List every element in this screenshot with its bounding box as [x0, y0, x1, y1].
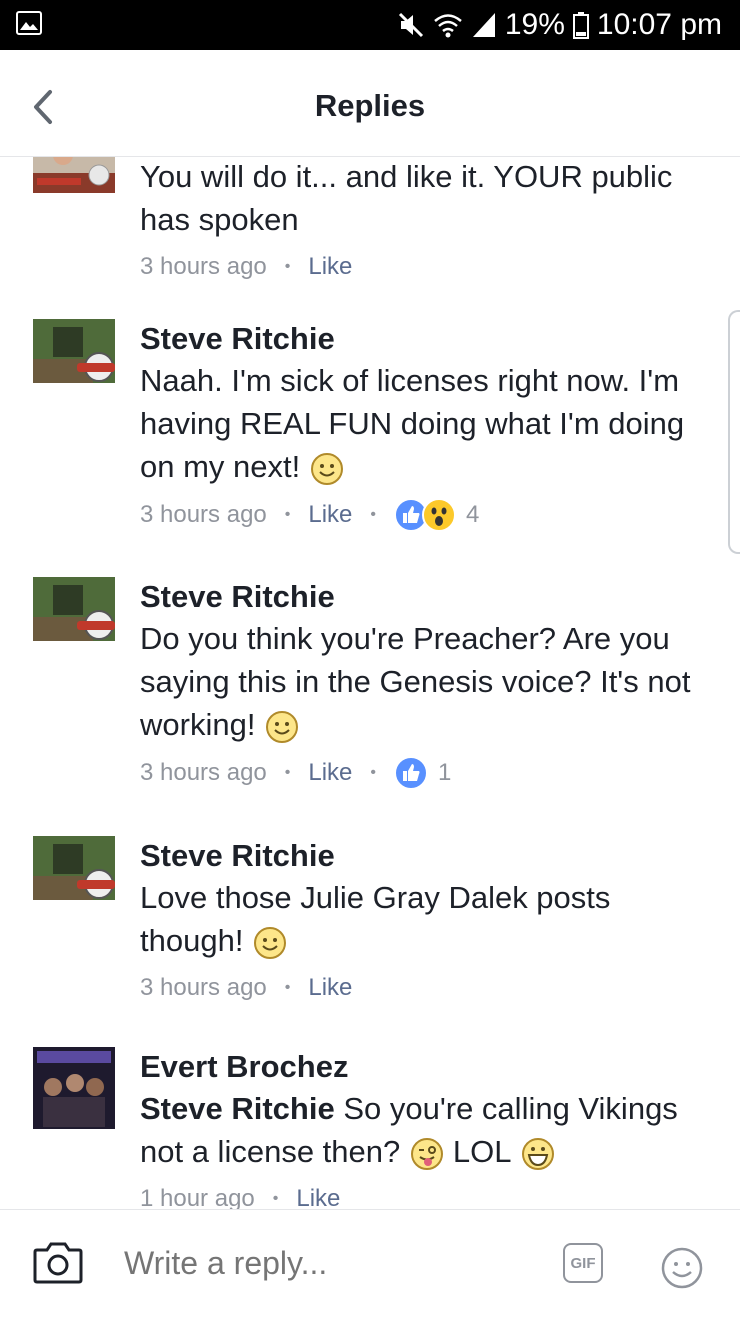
like-link[interactable]: Like: [308, 757, 352, 789]
camera-icon[interactable]: [33, 1240, 83, 1284]
winking-tongue-emoji-icon: [411, 1137, 444, 1170]
like-reaction-icon: [394, 756, 429, 790]
separator-dot: •: [272, 1190, 279, 1207]
reactions-summary[interactable]: 1: [394, 756, 451, 790]
avatar[interactable]: [33, 1047, 115, 1129]
like-link[interactable]: Like: [296, 1183, 340, 1209]
battery-percent: 19%: [504, 8, 565, 41]
replies-header: Replies: [0, 50, 740, 157]
comment-text: Love those Julie Gray Dalek posts though…: [140, 880, 611, 958]
grinning-emoji-icon: [522, 1137, 555, 1170]
separator-dot: •: [370, 506, 377, 523]
comment-author[interactable]: Steve Ritchie: [140, 577, 720, 617]
like-link[interactable]: Like: [308, 972, 352, 1004]
smiley-emoji-icon: [311, 452, 344, 485]
reaction-count: 4: [466, 501, 480, 528]
smiley-icon[interactable]: [661, 1247, 703, 1289]
avatar[interactable]: [33, 319, 115, 383]
comment-time: 3 hours ago: [140, 974, 267, 1001]
comment-time: 3 hours ago: [140, 759, 267, 786]
like-link[interactable]: Like: [308, 251, 352, 283]
reaction-count: 1: [438, 759, 452, 786]
smiley-emoji-icon: [266, 710, 299, 743]
comment-time: 3 hours ago: [140, 253, 267, 280]
like-link[interactable]: Like: [308, 499, 352, 531]
signal-icon: [472, 13, 495, 37]
clock: 10:07 pm: [596, 8, 722, 41]
smiley-emoji-icon: [254, 926, 287, 959]
comment-text-suffix: LOL: [452, 1134, 512, 1169]
separator-dot: •: [284, 764, 291, 781]
comment-text: Do you think you're Preacher? Are you sa…: [140, 621, 691, 742]
reply-composer: GIF: [0, 1209, 740, 1317]
comment-text: You will do it... and like it. YOUR publ…: [140, 159, 673, 237]
tagged-user-link[interactable]: Steve Ritchie: [140, 1091, 335, 1126]
avatar[interactable]: [33, 836, 115, 900]
separator-dot: •: [284, 258, 291, 275]
battery-icon: [572, 12, 589, 39]
comment-author[interactable]: Steve Ritchie: [140, 319, 720, 359]
comment-author[interactable]: Steve Ritchie: [140, 836, 720, 876]
avatar[interactable]: [33, 577, 115, 641]
separator-dot: •: [284, 506, 291, 523]
status-bar: 19% 10:07 pm: [0, 0, 740, 50]
separator-dot: •: [370, 764, 377, 781]
avatar[interactable]: [33, 157, 115, 193]
wifi-icon: [434, 14, 462, 38]
wow-reaction-icon: [422, 498, 457, 532]
reply-input[interactable]: [122, 1236, 546, 1290]
image-icon: [16, 11, 42, 35]
separator-dot: •: [284, 979, 291, 996]
comment-text: Naah. I'm sick of licenses right now. I'…: [140, 363, 685, 484]
comment-time: 1 hour ago: [140, 1185, 255, 1209]
gif-button[interactable]: GIF: [563, 1243, 603, 1283]
comment-author[interactable]: Evert Brochez: [140, 1047, 720, 1087]
comment-time: 3 hours ago: [140, 501, 267, 528]
reactions-summary[interactable]: 4: [394, 498, 479, 532]
replies-list[interactable]: You will do it... and like it. YOUR publ…: [0, 157, 740, 1209]
mute-icon: [398, 12, 423, 38]
scrollbar[interactable]: [728, 310, 740, 554]
page-title: Replies: [314, 88, 426, 123]
